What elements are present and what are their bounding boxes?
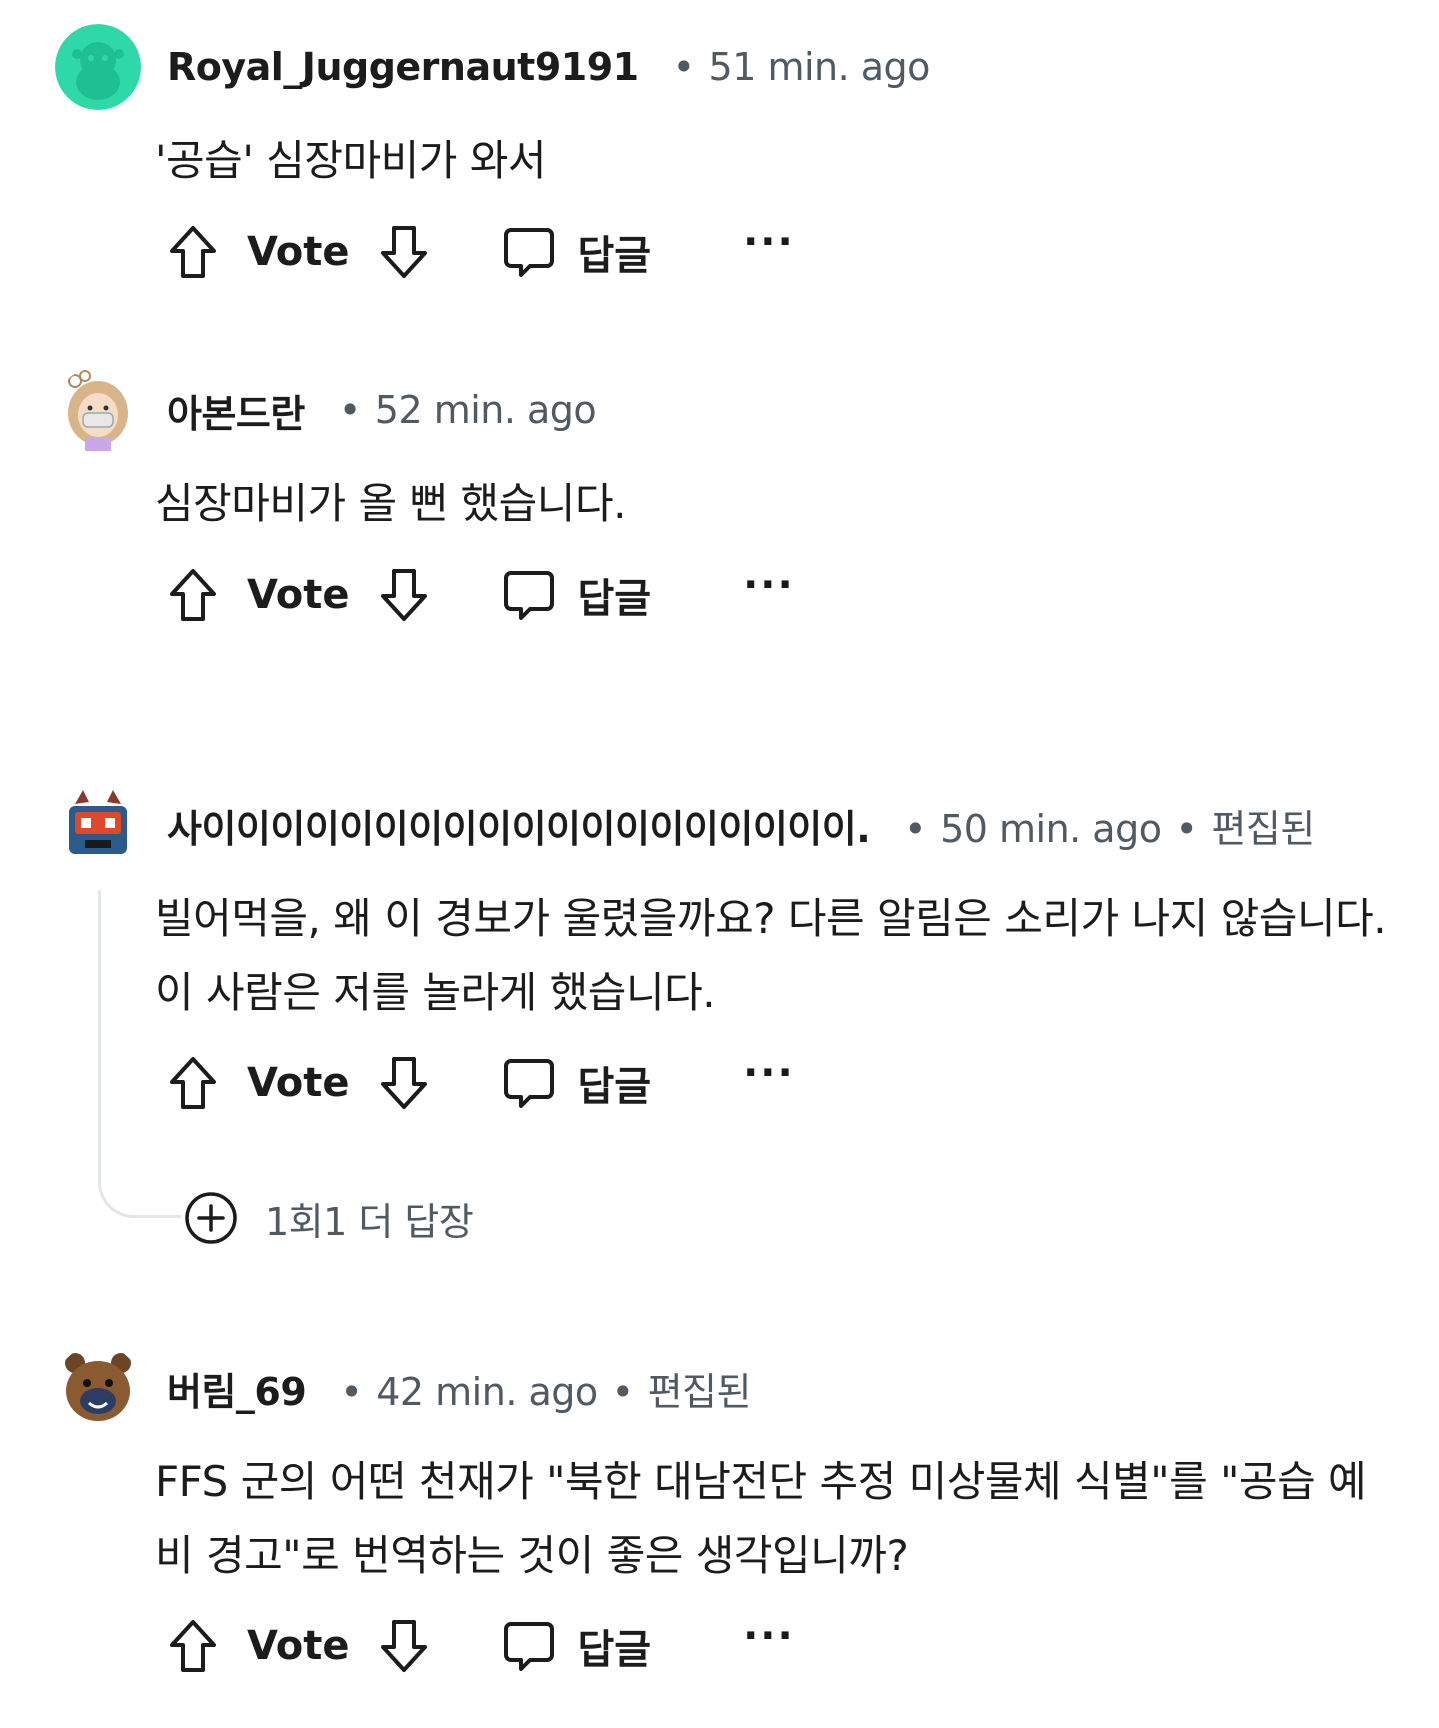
comment-username[interactable]: Royal_Juggernaut9191: [167, 45, 639, 89]
comment-actions: Vote 답글 ···: [167, 1048, 795, 1118]
downvote-icon[interactable]: [378, 567, 430, 623]
plus-circle-icon: [183, 1190, 239, 1246]
comment-actions: Vote 답글 ···: [167, 217, 795, 287]
comment-username[interactable]: 아본드란: [167, 383, 305, 438]
downvote-icon[interactable]: [378, 224, 430, 280]
meta-separator: •: [338, 388, 361, 432]
comment-actions: Vote 답글 ···: [167, 1611, 795, 1681]
comment-time[interactable]: 51 min. ago: [709, 45, 931, 89]
upvote-icon[interactable]: [167, 567, 219, 623]
reply-button[interactable]: 답글: [502, 223, 652, 281]
more-options-button[interactable]: ···: [743, 565, 795, 605]
reply-button[interactable]: 답글: [502, 566, 652, 624]
comment-actions: Vote 답글 ···: [167, 560, 795, 630]
meta-separator: •: [340, 1369, 363, 1414]
comment-header: Royal_Juggernaut9191 • 51 min. ago: [55, 24, 930, 110]
comment-meta: • 42 min. ago • 편집된: [340, 1361, 751, 1416]
bear-avatar[interactable]: [55, 1345, 141, 1431]
comment-time[interactable]: 52 min. ago: [375, 388, 597, 432]
more-replies-button[interactable]: 1회1 더 답장: [183, 1190, 474, 1246]
comment-body: FFS 군의 어떤 천재가 "북한 대남전단 추정 미상물체 식별"를 "공습 …: [155, 1457, 1367, 1580]
vote-count: Vote: [247, 229, 350, 275]
more-options-button[interactable]: ···: [743, 1053, 795, 1093]
vote-count: Vote: [247, 1060, 350, 1106]
meta-separator: •: [611, 1369, 634, 1414]
meta-separator: •: [1175, 806, 1198, 851]
upvote-icon[interactable]: [167, 1618, 219, 1674]
comment-header: 아본드란 • 52 min. ago: [55, 367, 597, 453]
reply-label: 답글: [577, 576, 652, 622]
reply-label: 답글: [577, 1064, 652, 1110]
comment-header: 버림_69 • 42 min. ago • 편집된: [55, 1345, 751, 1431]
edited-label: 편집된: [647, 1369, 752, 1414]
comment-bubble-icon: [502, 568, 556, 622]
more-options-button[interactable]: ···: [743, 1616, 795, 1656]
comment-meta: • 51 min. ago: [672, 45, 931, 89]
meta-separator: •: [672, 45, 695, 89]
comment-bubble-icon: [502, 1056, 556, 1110]
robot-avatar[interactable]: [55, 782, 141, 868]
edited-label: 편집된: [1211, 806, 1315, 851]
reply-label: 답글: [577, 233, 652, 279]
vote-count: Vote: [247, 1623, 350, 1669]
comment-time[interactable]: 42 min. ago: [376, 1370, 598, 1414]
girl-mask-avatar[interactable]: [55, 367, 141, 453]
downvote-icon[interactable]: [378, 1055, 430, 1111]
comment-body: 빌어먹을, 왜 이 경보가 울렸을까요? 다른 알림은 소리가 나지 않습니다.…: [155, 894, 1387, 1017]
downvote-icon[interactable]: [378, 1618, 430, 1674]
more-replies-label: 1회1 더 답장: [265, 1199, 474, 1244]
snoo-teal-avatar[interactable]: [55, 24, 141, 110]
more-options-button[interactable]: ···: [743, 222, 795, 262]
comment-bubble-icon: [502, 225, 556, 279]
comment-body: '공습' 심장마비가 와서: [155, 136, 547, 185]
comment-header: 사이이이이이이이이이이이이이이이이이이이. • 50 min. ago • 편집된: [55, 782, 1315, 868]
comment-username[interactable]: 버림_69: [167, 1361, 307, 1416]
vote-count: Vote: [247, 572, 350, 618]
reply-button[interactable]: 답글: [502, 1617, 652, 1675]
reply-label: 답글: [577, 1627, 652, 1673]
comment-bubble-icon: [502, 1619, 556, 1673]
comment-meta: • 50 min. ago • 편집된: [904, 798, 1315, 853]
comment-time[interactable]: 50 min. ago: [940, 807, 1162, 851]
upvote-icon[interactable]: [167, 224, 219, 280]
comment-meta: • 52 min. ago: [338, 388, 597, 432]
reply-button[interactable]: 답글: [502, 1054, 652, 1112]
upvote-icon[interactable]: [167, 1055, 219, 1111]
comment-username[interactable]: 사이이이이이이이이이이이이이이이이이이이.: [167, 798, 871, 853]
comment-body: 심장마비가 올 뻔 했습니다.: [155, 479, 626, 528]
meta-separator: •: [904, 806, 927, 851]
